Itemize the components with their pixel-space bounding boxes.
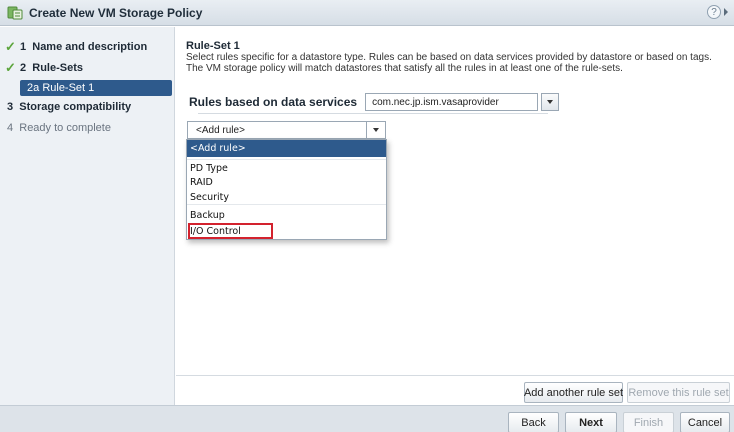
dropdown-separator (187, 159, 386, 160)
dropdown-separator (187, 204, 386, 205)
dialog-title: Create New VM Storage Policy (29, 5, 203, 20)
cancel-button[interactable]: Cancel (680, 412, 730, 432)
remove-rule-set-button[interactable]: Remove this rule set (627, 382, 730, 403)
checkmark-icon: ✓ (5, 39, 16, 54)
rule-set-description: Select rules specific for a datastore ty… (186, 52, 712, 74)
expand-arrow-icon (724, 8, 728, 16)
dropdown-option-security[interactable]: Security (187, 190, 386, 204)
checkmark-icon: ✓ (5, 60, 16, 75)
help-icon: ? (707, 5, 721, 19)
rules-based-label: Rules based on data services (189, 95, 358, 109)
rule-divider (198, 113, 548, 114)
add-rule-select[interactable]: <Add rule> (187, 121, 386, 139)
dropdown-option-pd-type[interactable]: PD Type (187, 161, 386, 175)
step-rule-set-1[interactable]: 2a Rule-Set 1 (20, 80, 172, 96)
highlight-box (188, 223, 273, 239)
next-button[interactable]: Next (565, 412, 617, 432)
back-button[interactable]: Back (508, 412, 559, 432)
rule-set-panel: Rule-Set 1 Select rules specific for a d… (176, 27, 734, 407)
dialog-titlebar: Create New VM Storage Policy ? (0, 0, 734, 26)
data-services-row: Rules based on data services com.nec.jp.… (189, 93, 560, 111)
rule-set-title: Rule-Set 1 (186, 40, 240, 52)
help-button[interactable]: ? (707, 5, 728, 19)
panel-bottom-divider (176, 375, 734, 376)
add-rule-dropdown-button[interactable] (366, 121, 385, 139)
dropdown-option-backup[interactable]: Backup (187, 208, 386, 222)
provider-dropdown-button[interactable] (541, 93, 560, 111)
dropdown-option-raid[interactable]: RAID (187, 175, 386, 189)
finish-button[interactable]: Finish (623, 412, 674, 432)
storage-policy-icon (7, 6, 23, 19)
add-rule-dropdown-list: <Add rule> PD Type RAID Security Backup … (186, 139, 387, 240)
dropdown-option-add-rule[interactable]: <Add rule> (187, 140, 386, 157)
wizard-steps-sidebar: ✓ 1 Name and description ✓ 2 Rule-Sets 2… (0, 27, 175, 432)
add-another-rule-set-button[interactable]: Add another rule set (524, 382, 623, 403)
chevron-down-icon (373, 128, 379, 132)
chevron-down-icon (547, 100, 554, 104)
provider-select[interactable]: com.nec.jp.ism.vasaprovider (365, 93, 539, 111)
